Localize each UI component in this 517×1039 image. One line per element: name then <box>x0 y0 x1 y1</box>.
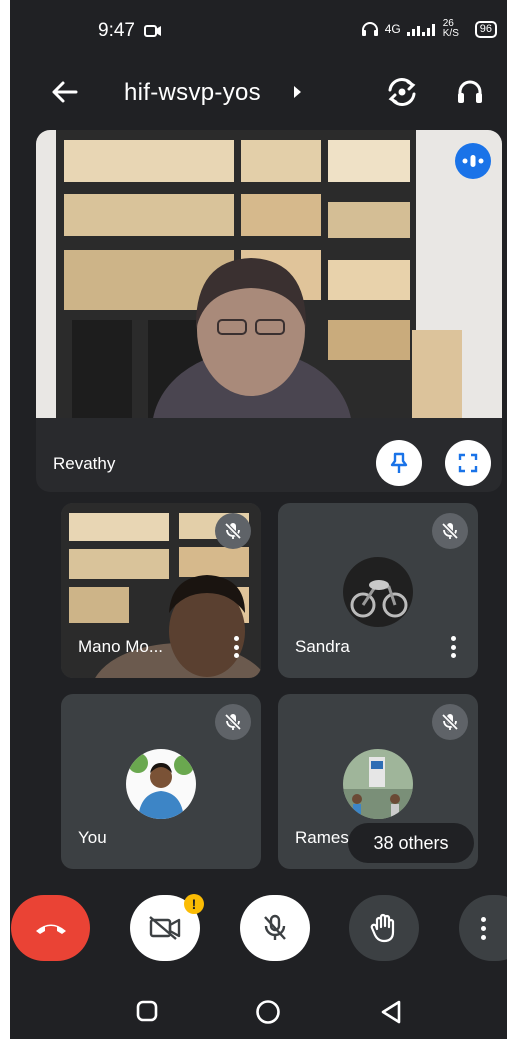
more-vert-icon[interactable] <box>450 636 456 658</box>
recent-apps-icon[interactable] <box>136 1000 158 1022</box>
headphones-status-icon <box>361 22 378 36</box>
mic-toggle-button[interactable] <box>240 895 310 961</box>
muted-badge <box>432 704 468 740</box>
others-count-badge[interactable]: 38 others <box>348 823 474 863</box>
switch-camera-icon[interactable] <box>384 74 420 110</box>
participant-tile[interactable]: Sandra <box>278 503 478 678</box>
raise-hand-button[interactable] <box>349 895 419 961</box>
back-arrow-icon[interactable] <box>48 76 80 108</box>
audio-output-headphones-icon[interactable] <box>452 74 488 110</box>
avatar <box>126 749 196 819</box>
fullscreen-button[interactable] <box>445 440 491 486</box>
meeting-header: hif-wsvp-yos <box>10 62 507 126</box>
more-options-button[interactable] <box>459 895 507 961</box>
mic-off-icon <box>224 713 242 731</box>
battery-indicator: 96 <box>474 20 497 38</box>
camera-warning-badge: ! <box>184 894 204 914</box>
caret-right-icon[interactable] <box>294 86 301 98</box>
network-type: 4G <box>384 22 401 36</box>
pin-icon <box>390 452 408 473</box>
more-vert-icon <box>480 916 486 940</box>
muted-badge <box>432 513 468 549</box>
status-time: 9:47 <box>98 20 135 41</box>
status-icons: 4G 26 K/S 96 <box>361 19 497 39</box>
camera-off-icon <box>149 916 181 940</box>
participant-tile[interactable]: Mano Mo... <box>61 503 261 678</box>
pin-button[interactable] <box>376 440 422 486</box>
signal-icon <box>406 24 435 36</box>
avatar <box>343 749 413 819</box>
mic-off-icon <box>441 522 459 540</box>
mic-off-icon <box>264 914 286 940</box>
screen-record-icon <box>144 25 161 37</box>
home-icon[interactable] <box>255 1000 281 1026</box>
more-vert-icon[interactable] <box>233 636 239 658</box>
muted-badge <box>215 513 251 549</box>
hand-icon <box>370 913 395 943</box>
end-call-button[interactable] <box>11 895 90 961</box>
participant-name: Sandra <box>295 637 350 656</box>
status-bar: 9:47 4G 26 K/S 96 <box>10 0 507 62</box>
network-speed: 26 K/S <box>442 18 459 39</box>
phone-screen: 9:47 4G 26 K/S 96 hif-wsvp-yos Revathy M… <box>10 0 507 1039</box>
speaking-indicator-icon <box>455 143 491 179</box>
mic-off-icon <box>441 713 459 731</box>
participant-tile[interactable]: You <box>61 694 261 869</box>
avatar <box>343 557 413 627</box>
participant-video <box>36 130 502 418</box>
meeting-code[interactable]: hif-wsvp-yos <box>124 79 261 107</box>
main-participant-tile[interactable]: Revathy <box>36 130 502 492</box>
back-nav-icon[interactable] <box>380 1000 402 1024</box>
mic-off-icon <box>224 522 242 540</box>
participant-name: Rames <box>295 828 349 847</box>
participant-name: Revathy <box>53 454 116 473</box>
muted-badge <box>215 704 251 740</box>
fullscreen-icon <box>458 453 478 473</box>
hang-up-icon <box>35 924 66 934</box>
participant-name: You <box>78 828 107 847</box>
participant-name: Mano Mo... <box>78 637 164 656</box>
